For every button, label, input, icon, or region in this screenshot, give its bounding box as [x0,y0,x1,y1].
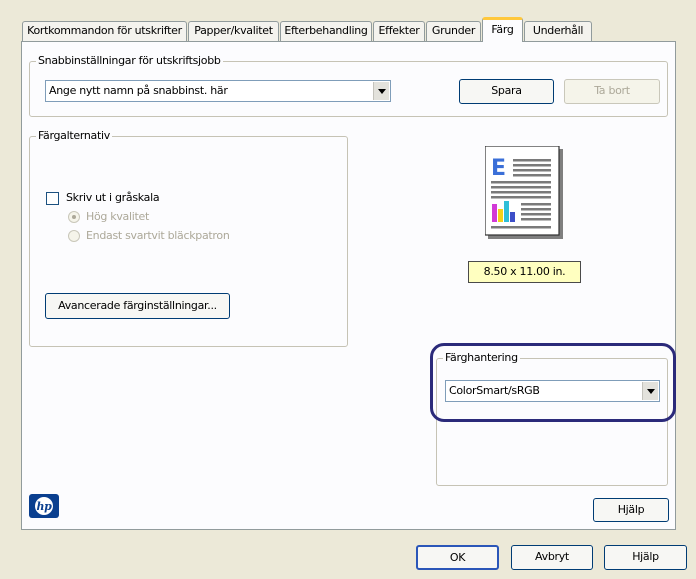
svg-text:E: E [491,156,506,181]
color-tab-panel: Snabbinställningar för utskriftsjobb Ang… [21,41,676,530]
color-options-group: Färgalternativ Skriv ut i gråskala Hög k… [29,129,348,347]
hp-logo: hp [29,494,59,518]
tab-shortcuts[interactable]: Kortkommandon för utskrifter [22,21,187,41]
high-quality-radio[interactable] [68,211,80,223]
high-quality-label: Hög kvalitet [86,210,150,223]
tab-finishing[interactable]: Efterbehandling [280,21,372,41]
quick-setting-name-combo[interactable]: Ange nytt namn på snabbinst. här [45,80,391,102]
grayscale-label[interactable]: Skriv ut i gråskala [66,191,160,204]
grayscale-checkbox[interactable] [46,192,59,205]
help-button[interactable]: Hjälp [604,545,687,570]
svg-text:hp: hp [36,500,52,513]
tab-paper-quality[interactable]: Papper/kvalitet [188,21,279,41]
tab-basics[interactable]: Grunder [426,21,481,41]
delete-button[interactable]: Ta bort [564,79,660,104]
quick-settings-group: Snabbinställningar för utskriftsjobb Ang… [29,54,668,117]
chevron-down-icon[interactable] [373,82,389,100]
color-options-title: Färgalternativ [36,129,112,142]
highlight-ring [430,343,676,422]
advanced-color-settings-button[interactable]: Avancerade färginställningar... [45,293,230,319]
tab-effects[interactable]: Effekter [373,21,425,41]
quick-setting-name-value: Ange nytt namn på snabbinst. här [49,84,228,97]
tab-color[interactable]: Färg [482,17,523,42]
black-only-label: Endast svartvit bläckpatron [86,229,230,242]
tab-maintenance[interactable]: Underhåll [524,21,592,41]
quick-settings-title: Snabbinställningar för utskriftsjobb [36,54,223,67]
page-preview: E [484,145,565,240]
cancel-button[interactable]: Avbryt [511,545,593,570]
paper-size-label: 8.50 x 11.00 in. [468,261,581,283]
ok-button[interactable]: OK [416,545,499,570]
panel-help-button[interactable]: Hjälp [593,498,669,522]
save-button[interactable]: Spara [459,79,554,104]
black-only-radio[interactable] [68,230,80,242]
